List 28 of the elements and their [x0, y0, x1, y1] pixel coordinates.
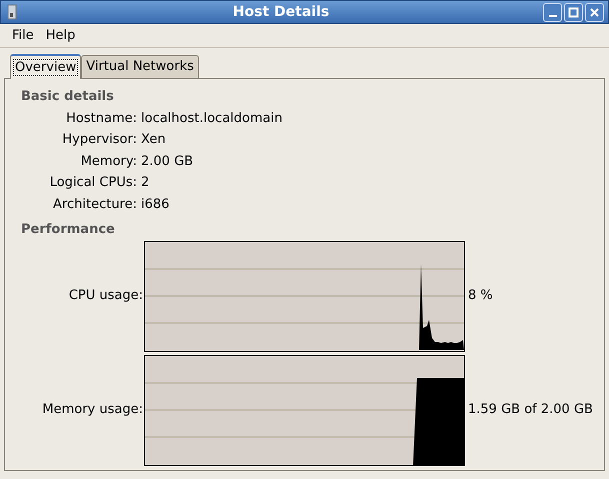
section-heading: Performance — [21, 221, 116, 239]
field-label: Memory: — [80, 152, 138, 170]
menu-item[interactable]: File — [12, 26, 34, 46]
field-value: localhost.localdomain — [141, 110, 282, 128]
maximize-icon — [568, 6, 579, 18]
field-label: Hostname: — [65, 110, 138, 128]
usage-reading: 8 % — [467, 287, 493, 306]
close-button[interactable] — [585, 2, 604, 22]
field-value: Xen — [141, 131, 166, 149]
maximize-button[interactable] — [564, 2, 583, 22]
usage-reading: 1.59 GB of 2.00 GB — [467, 401, 593, 420]
section-heading: Basic details — [21, 88, 115, 106]
field-value: 2 — [141, 174, 150, 192]
window-title: Host Details — [232, 2, 330, 22]
app-icon — [5, 4, 19, 20]
field-label: Logical CPUs: — [48, 174, 138, 192]
close-icon — [589, 6, 600, 18]
tab[interactable]: Virtual Networks — [81, 55, 199, 78]
field-label: Hypervisor: — [61, 131, 138, 149]
menu-item[interactable]: Help — [46, 26, 76, 46]
field-value: i686 — [141, 196, 170, 214]
minimize-icon — [548, 14, 556, 16]
minimize-button[interactable] — [543, 2, 562, 22]
field-label: CPU usage: — [68, 287, 144, 306]
field-label: Memory usage: — [41, 401, 144, 420]
tab[interactable]: Overview — [10, 54, 82, 79]
field-label: Architecture: — [52, 196, 138, 214]
field-value: 2.00 GB — [141, 152, 194, 170]
